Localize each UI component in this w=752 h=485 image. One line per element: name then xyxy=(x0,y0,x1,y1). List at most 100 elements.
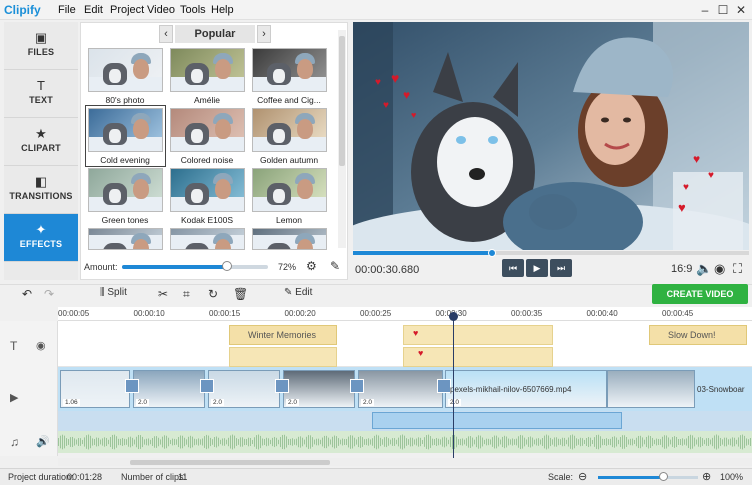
video-clip-filename: pexels-mikhail-nilov-6507669.mp4 xyxy=(450,385,572,394)
speaker-icon[interactable]: 🔊 xyxy=(36,435,50,448)
menu-edit[interactable]: Edit xyxy=(84,4,103,16)
minimize-button[interactable]: – xyxy=(696,2,714,18)
undo-icon[interactable]: ↶ xyxy=(22,287,32,301)
menu-file[interactable]: File xyxy=(58,4,76,16)
effect-selection xyxy=(85,105,166,167)
transition-icon[interactable] xyxy=(125,379,139,393)
menu-project[interactable]: Project xyxy=(110,4,144,16)
rotate-icon[interactable]: ↻ xyxy=(208,287,218,301)
zoom-slider-handle[interactable] xyxy=(659,472,668,481)
edit-button[interactable]: ✎ Edit xyxy=(284,287,312,298)
effect-thumb[interactable] xyxy=(88,168,163,212)
video-clip[interactable]: 2.0 xyxy=(358,370,443,408)
transition-icon[interactable] xyxy=(437,379,451,393)
video-track-icon: ▶ xyxy=(10,392,19,404)
timeline-ruler[interactable]: 00:00:05 00:00:10 00:00:15 00:00:20 00:00:25… xyxy=(58,307,752,321)
effect-thumb[interactable] xyxy=(170,168,245,212)
split-button[interactable]: ⫼ Split xyxy=(100,287,127,298)
text-clip-slow-down[interactable]: Slow Down! xyxy=(649,325,747,345)
nav-files[interactable]: ▣ FILES xyxy=(4,22,78,70)
clipart-clip-lower[interactable] xyxy=(403,347,553,367)
playback-progress-fill xyxy=(353,251,492,255)
effect-thumb[interactable] xyxy=(170,108,245,152)
cut-icon[interactable]: ✂ xyxy=(158,287,168,301)
menu-help[interactable]: Help xyxy=(211,4,234,16)
create-video-button[interactable]: CREATE VIDEO xyxy=(652,284,748,304)
effect-thumb[interactable] xyxy=(252,228,327,250)
audio-track[interactable] xyxy=(58,431,752,453)
menu-tools[interactable]: Tools xyxy=(180,4,206,16)
previous-frame-button[interactable]: ⏮ xyxy=(502,259,524,277)
zoom-in-icon[interactable]: ⊕ xyxy=(702,470,711,483)
fullscreen-icon[interactable]: ⛶ xyxy=(733,261,742,277)
play-button[interactable]: ▶ xyxy=(526,259,548,277)
effect-thumb[interactable] xyxy=(170,48,245,92)
timeline-scroll-thumb[interactable] xyxy=(130,460,330,465)
effect-thumb[interactable] xyxy=(252,168,327,212)
clip-duration-badge: 2.0 xyxy=(361,399,375,406)
next-frame-button[interactable]: ⏭ xyxy=(550,259,572,277)
effect-thumb[interactable] xyxy=(252,108,327,152)
delete-icon[interactable]: 🗑 xyxy=(233,287,248,301)
transition-icon[interactable] xyxy=(200,379,214,393)
close-button[interactable]: ✕ xyxy=(732,2,750,18)
wand-icon[interactable]: ✎ xyxy=(330,259,340,273)
zoom-out-icon[interactable]: ⊖ xyxy=(578,470,587,483)
transition-icon[interactable] xyxy=(350,379,364,393)
selected-overlay-clip[interactable] xyxy=(372,412,622,429)
clip-count: 11 xyxy=(178,472,188,482)
clip-duration-badge: 2.0 xyxy=(136,399,150,406)
crop-icon[interactable]: ⌗ xyxy=(183,287,190,302)
effect-label: 80's photo xyxy=(105,95,145,105)
volume-icon[interactable]: 🔈 xyxy=(696,261,712,277)
magic-wand-icon: ✦ xyxy=(35,222,47,237)
effect-thumb[interactable] xyxy=(252,48,327,92)
amount-slider-fill xyxy=(122,265,228,269)
video-clip[interactable]: 2.0 xyxy=(283,370,355,408)
video-clip[interactable]: 1.06 xyxy=(60,370,130,408)
hearts-clipart-icon: ♥ xyxy=(413,328,419,338)
effect-label: Lemon xyxy=(276,215,302,225)
playback-progress-handle[interactable] xyxy=(487,249,496,257)
video-preview[interactable]: ♥ ♥ ♥ ♥ ♥ ♥ ♥ ♥ ♥ xyxy=(353,22,749,250)
effect-thumb[interactable] xyxy=(170,228,245,250)
prev-category-button[interactable]: ‹ xyxy=(159,25,173,43)
hearts-clipart-icon-2: ♥ xyxy=(418,348,424,358)
effect-thumb[interactable] xyxy=(88,48,163,92)
effects-scroll-thumb[interactable] xyxy=(339,36,345,166)
next-category-button[interactable]: › xyxy=(257,25,271,43)
aspect-ratio[interactable]: 16:9 xyxy=(671,263,692,275)
zoom-value: 100% xyxy=(720,472,744,482)
transitions-icon: ◧ xyxy=(34,174,48,189)
menu-video[interactable]: Video xyxy=(147,4,175,16)
nav-clipart[interactable]: ★ CLIPART xyxy=(4,118,78,166)
redo-icon[interactable]: ↷ xyxy=(44,287,54,301)
nav-text[interactable]: T TEXT xyxy=(4,70,78,118)
adjust-icon[interactable]: ⚙ xyxy=(306,259,317,273)
eye-icon[interactable]: ◉ xyxy=(36,339,46,352)
video-clip-filename-2: 03-Snowboar xyxy=(697,385,745,394)
transition-icon[interactable] xyxy=(275,379,289,393)
nav-transitions[interactable]: ◧ TRANSITIONS xyxy=(4,166,78,214)
text-clip-winter-memories-lower[interactable] xyxy=(229,347,337,367)
effect-thumb[interactable] xyxy=(88,228,163,250)
amount-value: 72% xyxy=(278,262,297,272)
video-clip[interactable]: 2.0 xyxy=(208,370,280,408)
maximize-button[interactable]: ☐ xyxy=(714,2,732,18)
track-headers: T ◉ ▶ ♫ 🔊 xyxy=(0,321,58,456)
star-icon: ★ xyxy=(35,126,47,141)
ruler-tick: 00:00:10 xyxy=(133,309,165,318)
clipart-clip[interactable] xyxy=(403,325,553,345)
nav-effects[interactable]: ✦ EFFECTS xyxy=(4,214,78,262)
camera-icon[interactable]: ◉ xyxy=(714,261,725,277)
playhead[interactable] xyxy=(453,312,454,460)
clip-duration-badge: 2.0 xyxy=(286,399,300,406)
playhead-handle[interactable] xyxy=(449,312,458,321)
text-clip-winter-memories[interactable]: Winter Memories xyxy=(229,325,337,345)
ruler-tick: 00:00:20 xyxy=(284,309,316,318)
effect-label: Coffee and Cig... xyxy=(257,95,321,105)
clip-count-label: Number of clips: xyxy=(121,472,187,482)
video-clip[interactable]: 2.0 xyxy=(133,370,205,408)
text-track-icon: T xyxy=(10,339,18,353)
video-clip[interactable] xyxy=(607,370,695,408)
